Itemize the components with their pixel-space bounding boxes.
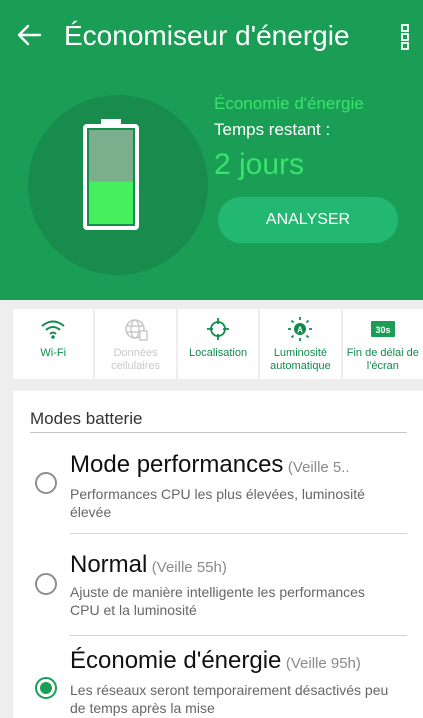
app-bar: Économiseur d'énergie bbox=[0, 0, 423, 72]
location-icon bbox=[203, 315, 233, 343]
time-remaining-label: Temps restant : bbox=[214, 120, 331, 139]
mode-divider bbox=[70, 635, 407, 636]
status-header: Économiseur d'énergie Économie d'énergie… bbox=[0, 0, 423, 300]
mode-name: Économie d'énergie bbox=[70, 647, 282, 674]
mode-radio-performance[interactable] bbox=[35, 472, 57, 494]
mode-standby: (Veille 95h) bbox=[285, 655, 361, 672]
back-arrow-icon[interactable] bbox=[14, 20, 44, 50]
quick-setting-mobile-data[interactable]: Données cellulaires bbox=[95, 309, 176, 379]
svg-text:A: A bbox=[298, 326, 304, 335]
quick-setting-label: Données cellulaires bbox=[111, 347, 161, 372]
quick-setting-label: Fin de délai de l'écran bbox=[346, 347, 419, 372]
mode-description: Ajuste de manière intelligente les perfo… bbox=[70, 584, 365, 618]
quick-setting-label: Localisation bbox=[188, 347, 248, 359]
mode-name: Mode performances bbox=[70, 451, 284, 478]
quick-setting-screen-timeout[interactable]: 30s Fin de délai de l'écran bbox=[342, 309, 423, 379]
quick-setting-auto-brightness[interactable]: A Luminosité automatique bbox=[260, 309, 341, 379]
quick-setting-wifi[interactable]: Wi-Fi bbox=[13, 309, 94, 379]
mode-standby: (Veille 5.. bbox=[287, 459, 350, 476]
quick-setting-label: Luminosité automatique bbox=[270, 347, 331, 372]
brightness-icon: A bbox=[285, 315, 315, 343]
battery-fill bbox=[89, 181, 133, 224]
mode-name: Normal bbox=[70, 551, 148, 578]
mode-title: Normal (Veille 55h) bbox=[70, 551, 227, 579]
current-mode-label: Économie d'énergie bbox=[214, 94, 364, 113]
wifi-icon bbox=[38, 315, 68, 343]
mode-description: Les réseaux seront temporairement désact… bbox=[70, 682, 389, 716]
mode-divider bbox=[70, 533, 407, 534]
mode-radio-power-saving[interactable] bbox=[35, 677, 57, 699]
mode-radio-normal[interactable] bbox=[35, 573, 57, 595]
timeout-icon: 30s bbox=[368, 315, 398, 343]
globe-icon bbox=[121, 315, 151, 343]
modes-title: Modes batterie bbox=[30, 409, 143, 428]
mode-description: Performances CPU les plus élevées, lumin… bbox=[70, 486, 365, 520]
mode-title: Mode performances (Veille 5.. bbox=[70, 451, 350, 479]
quick-setting-location[interactable]: Localisation bbox=[177, 309, 259, 379]
more-vert-icon[interactable] bbox=[396, 22, 414, 52]
quick-settings-bar: Wi-Fi Données cellulaires Localisation A bbox=[13, 309, 423, 379]
analyze-button[interactable]: ANALYSER bbox=[218, 197, 398, 243]
page-title: Économiseur d'énergie bbox=[64, 20, 350, 51]
timeout-badge: 30s bbox=[375, 325, 390, 335]
time-remaining-value: 2 jours bbox=[214, 148, 305, 181]
quick-setting-label: Wi-Fi bbox=[40, 347, 67, 359]
modes-title-divider bbox=[30, 432, 407, 433]
battery-icon bbox=[83, 119, 139, 230]
battery-modes-panel: Modes batterie Mode performances (Veille… bbox=[13, 391, 423, 718]
mode-title: Économie d'énergie (Veille 95h) bbox=[70, 647, 361, 675]
mode-standby: (Veille 55h) bbox=[151, 559, 227, 576]
